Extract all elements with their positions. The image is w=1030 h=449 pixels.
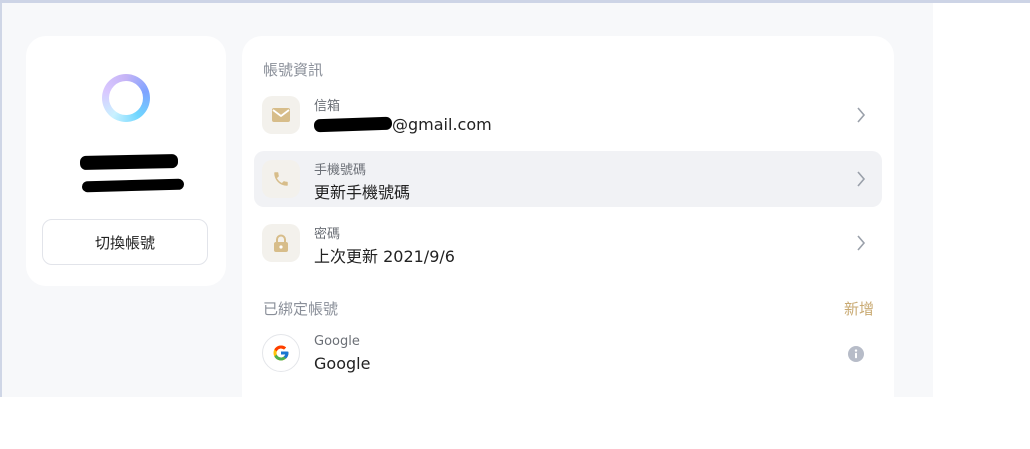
account-settings-panel: 帳號資訊 信箱 @gmail.com 手機號碼 更新手機號碼 密碼 上次更新 2…: [242, 36, 894, 397]
chevron-right-icon: [852, 234, 870, 252]
email-value-wrap: @gmail.com: [313, 115, 492, 134]
email-value: @gmail.com: [392, 115, 492, 134]
password-row[interactable]: 密碼 上次更新 2021/9/6: [254, 215, 882, 271]
google-account-row[interactable]: Google Google: [254, 326, 882, 382]
redacted-user-id: [81, 178, 185, 193]
google-label: Google: [314, 334, 360, 349]
password-value: 上次更新 2021/9/6: [314, 247, 455, 266]
google-value: Google: [314, 354, 371, 373]
google-icon: [262, 334, 300, 372]
avatar: [102, 74, 150, 122]
phone-value: 更新手機號碼: [314, 183, 411, 202]
add-linked-account-link[interactable]: 新增: [844, 298, 874, 319]
email-label: 信箱: [314, 99, 341, 114]
phone-row[interactable]: 手機號碼 更新手機號碼: [254, 151, 882, 207]
info-icon[interactable]: [848, 346, 864, 362]
email-row[interactable]: 信箱 @gmail.com: [254, 87, 882, 143]
phone-icon: [262, 160, 300, 198]
mail-icon: [262, 96, 300, 134]
password-label: 密碼: [314, 227, 341, 242]
lock-icon: [262, 224, 300, 262]
switch-account-button[interactable]: 切換帳號: [42, 219, 208, 265]
profile-card: 切換帳號: [26, 36, 226, 286]
chevron-right-icon: [852, 170, 870, 188]
redacted-email-prefix: [313, 116, 393, 133]
redacted-username: [79, 153, 179, 171]
chevron-right-icon: [852, 106, 870, 124]
phone-label: 手機號碼: [314, 163, 367, 178]
left-edge: [0, 3, 2, 397]
account-info-title: 帳號資訊: [263, 61, 324, 79]
linked-accounts-title: 已綁定帳號: [263, 300, 339, 318]
